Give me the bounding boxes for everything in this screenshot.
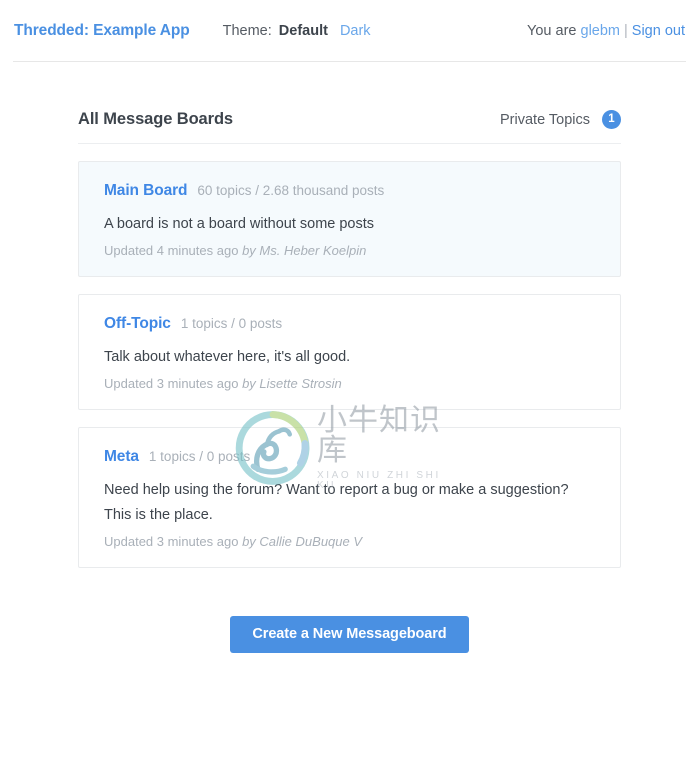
private-topics-count-badge: 1	[602, 110, 621, 129]
brand-link[interactable]: Thredded: Example App	[14, 22, 190, 40]
board-actions: Create a New Messageboard	[78, 615, 621, 653]
board-stats: 1 topics / 0 posts	[180, 315, 283, 331]
theme-option-dark[interactable]: Dark	[340, 23, 371, 39]
board-description: Talk about whatever here, it's all good.	[104, 348, 351, 365]
theme-label: Theme:	[222, 23, 272, 39]
page-title: All Message Boards	[78, 110, 234, 128]
board-title-row: Main Board 60 topics / 2.68 thousand pos…	[104, 182, 595, 200]
sign-out-link[interactable]: Sign out	[632, 23, 685, 39]
board-card-off-topic[interactable]: Off-Topic 1 topics / 0 posts Talk about …	[78, 293, 621, 410]
board-name-link[interactable]: Off-Topic	[104, 315, 171, 333]
board-description: Need help using the forum? Want to repor…	[104, 481, 569, 523]
create-messageboard-button[interactable]: Create a New Messageboard	[230, 615, 469, 653]
board-name-link[interactable]: Meta	[104, 448, 139, 466]
board-author: by Ms. Heber Koelpin	[242, 242, 367, 258]
user-session-area: You are glebm | Sign out	[527, 23, 685, 39]
board-updated-time: Updated 3 minutes ago	[104, 375, 239, 391]
board-meta: Updated 4 minutes ago by Ms. Heber Koelp…	[104, 243, 595, 258]
board-meta: Updated 3 minutes ago by Callie DuBuque …	[104, 534, 595, 549]
message-boards-header: All Message Boards Private Topics 1	[78, 110, 621, 144]
username-link[interactable]: glebm	[581, 23, 621, 39]
board-author: by Callie DuBuque V	[242, 533, 363, 549]
board-updated-time: Updated 4 minutes ago	[104, 242, 239, 258]
board-meta: Updated 3 minutes ago by Lisette Strosin	[104, 376, 595, 391]
board-title-row: Off-Topic 1 topics / 0 posts	[104, 315, 595, 333]
board-updated-time: Updated 3 minutes ago	[104, 533, 239, 549]
divider-pipe: |	[624, 23, 628, 39]
app-header: Thredded: Example App Theme: Default Dar…	[0, 0, 699, 62]
board-title-row: Meta 1 topics / 0 posts	[104, 448, 595, 466]
private-topics-link[interactable]: Private Topics 1	[500, 110, 621, 129]
board-stats: 1 topics / 0 posts	[148, 448, 251, 464]
board-stats: 60 topics / 2.68 thousand posts	[197, 183, 385, 198]
board-card-meta[interactable]: Meta 1 topics / 0 posts Need help using …	[78, 426, 621, 568]
board-author: by Lisette Strosin	[242, 375, 342, 391]
theme-option-default[interactable]: Default	[279, 23, 328, 39]
message-boards-section: All Message Boards Private Topics 1 Main…	[78, 62, 621, 653]
private-topics-label: Private Topics	[500, 111, 590, 128]
board-card-main-board[interactable]: Main Board 60 topics / 2.68 thousand pos…	[78, 161, 621, 277]
you-are-label: You are	[527, 23, 577, 39]
main-content: All Message Boards Private Topics 1 Main…	[0, 62, 699, 653]
board-description: A board is not a board without some post…	[104, 216, 375, 232]
theme-switcher: Theme: Default Dark	[223, 23, 383, 39]
board-name-link[interactable]: Main Board	[104, 182, 188, 200]
